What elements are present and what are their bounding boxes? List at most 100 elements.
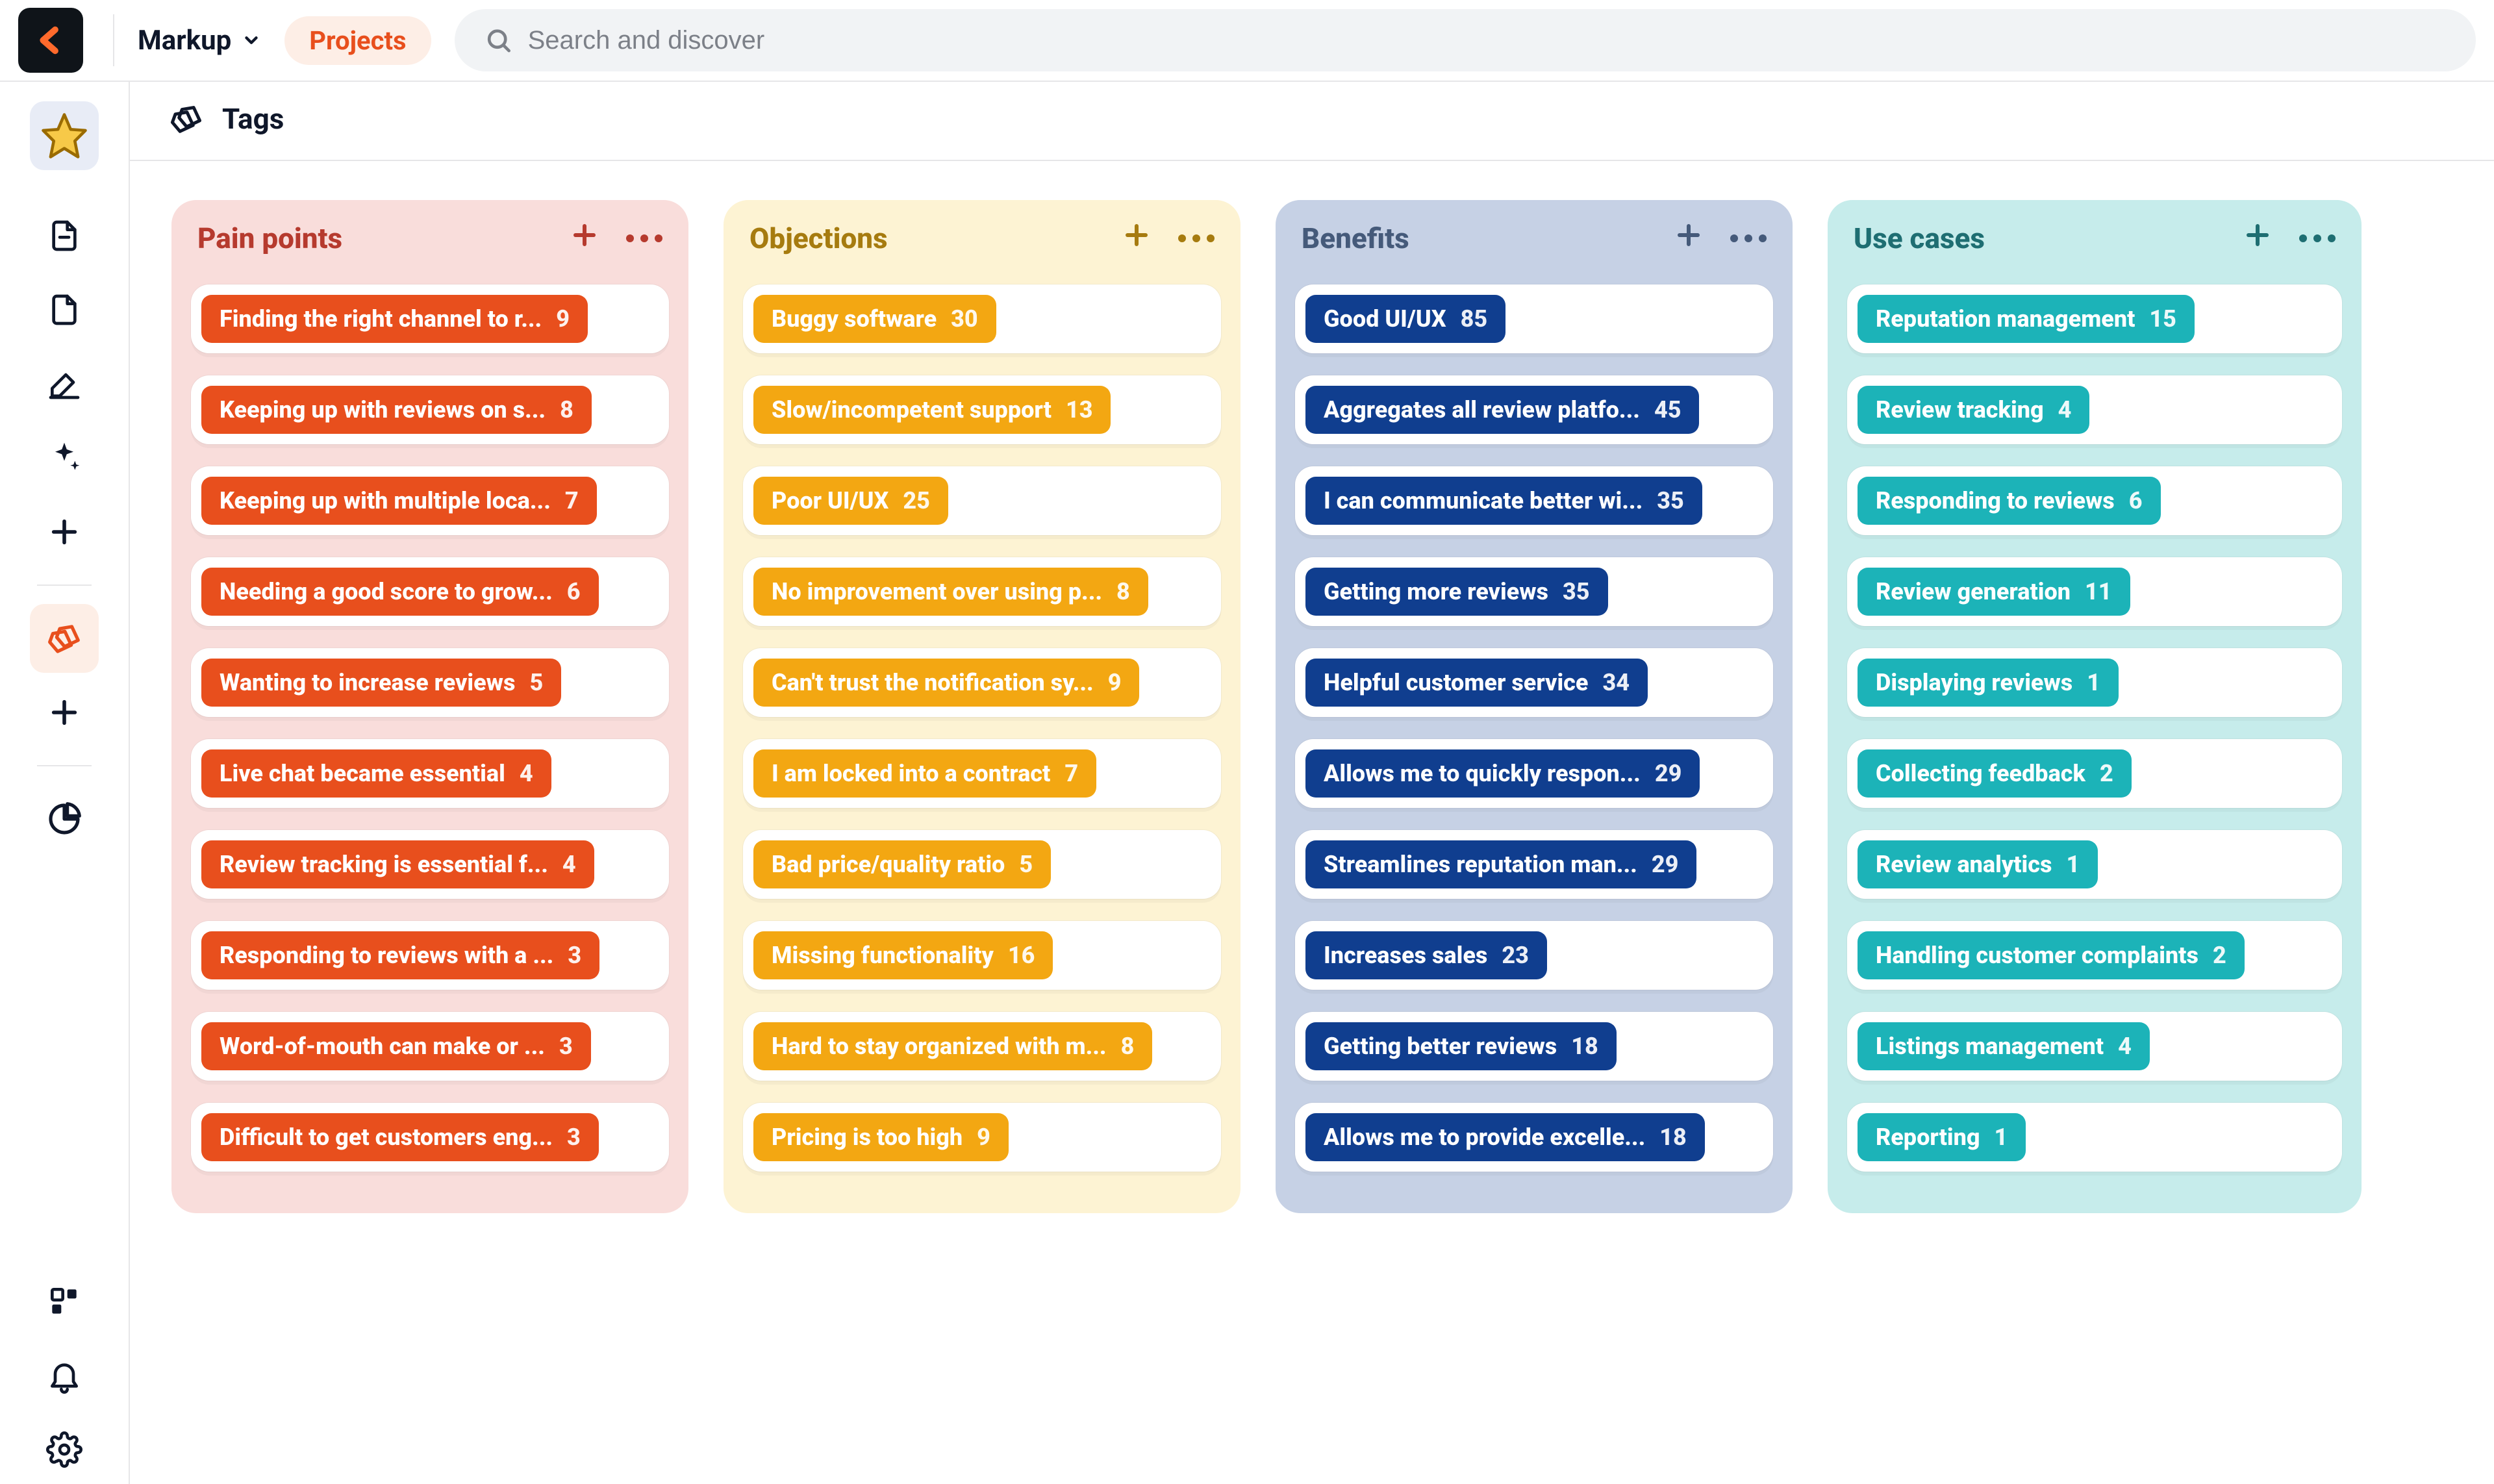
tag-card[interactable]: Reporting1 xyxy=(1847,1103,2342,1172)
tag-card[interactable]: Slow/incompetent support13 xyxy=(743,375,1221,444)
tag-card[interactable]: Finding the right channel to r...9 xyxy=(191,284,669,353)
tag-card[interactable]: Allows me to quickly respon...29 xyxy=(1295,739,1773,808)
dots-icon xyxy=(1192,234,1200,242)
tag-card[interactable]: Keeping up with reviews on s...8 xyxy=(191,375,669,444)
tag-card[interactable]: Needing a good score to grow...6 xyxy=(191,557,669,626)
app-logo[interactable] xyxy=(18,8,83,73)
tag-pill: Finding the right channel to r...9 xyxy=(201,295,588,343)
dots-icon xyxy=(1730,234,1738,242)
tag-pill: Reputation management15 xyxy=(1858,295,2195,343)
tag-card[interactable]: Allows me to provide excelle...18 xyxy=(1295,1103,1773,1172)
tag-label: I am locked into a contract xyxy=(772,760,1050,787)
tag-card[interactable]: Good UI/UX85 xyxy=(1295,284,1773,353)
sidebar-item-add-a[interactable] xyxy=(30,497,99,566)
pie-chart-icon xyxy=(46,801,82,837)
tag-label: Responding to reviews with a ... xyxy=(220,942,553,969)
sidebar-item-doc-a[interactable] xyxy=(30,201,99,270)
search-input[interactable] xyxy=(528,26,2446,55)
column-title: Benefits xyxy=(1302,221,1409,255)
tag-card[interactable]: Displaying reviews1 xyxy=(1847,648,2342,717)
column-menu-button[interactable] xyxy=(626,234,662,242)
tag-card[interactable]: Can't trust the notification sy...9 xyxy=(743,648,1221,717)
tag-card[interactable]: Missing functionality16 xyxy=(743,921,1221,990)
tag-pill: Hard to stay organized with m...8 xyxy=(753,1022,1152,1070)
column-benefits: Benefits Good UI/UX85 Aggregates all revie… xyxy=(1276,200,1793,1213)
tag-count: 4 xyxy=(2118,1033,2132,1060)
tag-card[interactable]: Keeping up with multiple loca...7 xyxy=(191,466,669,535)
column-menu-button[interactable] xyxy=(2299,234,2336,242)
tag-card[interactable]: I can communicate better wi...35 xyxy=(1295,466,1773,535)
tag-card[interactable]: Streamlines reputation man...29 xyxy=(1295,830,1773,899)
tag-card[interactable]: Getting more reviews35 xyxy=(1295,557,1773,626)
tag-card[interactable]: No improvement over using p...8 xyxy=(743,557,1221,626)
topbar: Markup Projects xyxy=(0,0,2494,82)
tag-card[interactable]: Review generation11 xyxy=(1847,557,2342,626)
tag-card[interactable]: Live chat became essential4 xyxy=(191,739,669,808)
tag-count: 16 xyxy=(1008,942,1035,969)
sidebar-item-doc-b[interactable] xyxy=(30,275,99,344)
tag-card[interactable]: Review tracking is essential f...4 xyxy=(191,830,669,899)
column-menu-button[interactable] xyxy=(1730,234,1767,242)
tag-card[interactable]: Poor UI/UX25 xyxy=(743,466,1221,535)
plus-icon xyxy=(569,220,600,251)
tag-card[interactable]: Collecting feedback2 xyxy=(1847,739,2342,808)
sidebar xyxy=(0,82,130,1484)
tag-count: 3 xyxy=(559,1033,573,1060)
sidebar-item-apps[interactable] xyxy=(30,1267,99,1336)
sidebar-item-notifications[interactable] xyxy=(30,1341,99,1410)
tag-card[interactable]: Difficult to get customers eng...3 xyxy=(191,1103,669,1172)
workspace-switcher[interactable]: Markup xyxy=(138,25,261,57)
dots-icon xyxy=(640,234,648,242)
tag-count: 9 xyxy=(1108,669,1122,696)
column-title: Objections xyxy=(749,221,888,255)
tag-card[interactable]: Listings management4 xyxy=(1847,1012,2342,1081)
tag-card[interactable]: Wanting to increase reviews5 xyxy=(191,648,669,717)
tag-count: 1 xyxy=(2066,851,2080,878)
sidebar-item-reports[interactable] xyxy=(30,785,99,853)
gear-icon xyxy=(46,1431,82,1468)
tag-pill: Pricing is too high9 xyxy=(753,1113,1009,1161)
column-header: Use cases xyxy=(1847,220,2342,257)
tag-card[interactable]: Pricing is too high9 xyxy=(743,1103,1221,1172)
tag-card[interactable]: Bad price/quality ratio5 xyxy=(743,830,1221,899)
tag-card[interactable]: Getting better reviews18 xyxy=(1295,1012,1773,1081)
add-tag-button[interactable] xyxy=(569,220,600,257)
tag-card[interactable]: Review tracking4 xyxy=(1847,375,2342,444)
tag-card[interactable]: I am locked into a contract7 xyxy=(743,739,1221,808)
search-bar[interactable] xyxy=(455,9,2476,71)
add-tag-button[interactable] xyxy=(1673,220,1704,257)
tag-pill: Bad price/quality ratio5 xyxy=(753,840,1051,888)
tag-count: 2 xyxy=(2100,760,2113,787)
sidebar-item-favorites[interactable] xyxy=(30,101,99,170)
tags-icon xyxy=(46,620,82,657)
tag-pill: Good UI/UX85 xyxy=(1305,295,1505,343)
tag-card[interactable]: Aggregates all review platfo...45 xyxy=(1295,375,1773,444)
tag-card[interactable]: Hard to stay organized with m...8 xyxy=(743,1012,1221,1081)
tag-count: 8 xyxy=(1121,1033,1135,1060)
tag-count: 25 xyxy=(903,487,930,514)
column-menu-button[interactable] xyxy=(1178,234,1215,242)
tag-card[interactable]: Handling customer complaints2 xyxy=(1847,921,2342,990)
tag-card[interactable]: Buggy software30 xyxy=(743,284,1221,353)
tag-pill: Can't trust the notification sy...9 xyxy=(753,659,1139,707)
sidebar-item-highlighter[interactable] xyxy=(30,349,99,418)
tag-label: Difficult to get customers eng... xyxy=(220,1124,553,1151)
tag-card[interactable]: Increases sales23 xyxy=(1295,921,1773,990)
add-tag-button[interactable] xyxy=(2242,220,2273,257)
dots-icon xyxy=(2328,234,2336,242)
sidebar-item-ai[interactable] xyxy=(30,423,99,492)
board: Pain pointsFinding the right channel to … xyxy=(130,161,2494,1213)
sidebar-item-add-b[interactable] xyxy=(30,678,99,747)
tag-card[interactable]: Responding to reviews6 xyxy=(1847,466,2342,535)
tag-card[interactable]: Word-of-mouth can make or ...3 xyxy=(191,1012,669,1081)
projects-nav[interactable]: Projects xyxy=(284,16,431,65)
sidebar-item-settings[interactable] xyxy=(30,1415,99,1484)
tag-card[interactable]: Responding to reviews with a ...3 xyxy=(191,921,669,990)
add-tag-button[interactable] xyxy=(1121,220,1152,257)
sidebar-item-tags[interactable] xyxy=(30,604,99,673)
tag-card[interactable]: Reputation management15 xyxy=(1847,284,2342,353)
dots-icon xyxy=(2299,234,2307,242)
tag-count: 13 xyxy=(1066,396,1093,423)
tag-card[interactable]: Review analytics1 xyxy=(1847,830,2342,899)
tag-card[interactable]: Helpful customer service34 xyxy=(1295,648,1773,717)
